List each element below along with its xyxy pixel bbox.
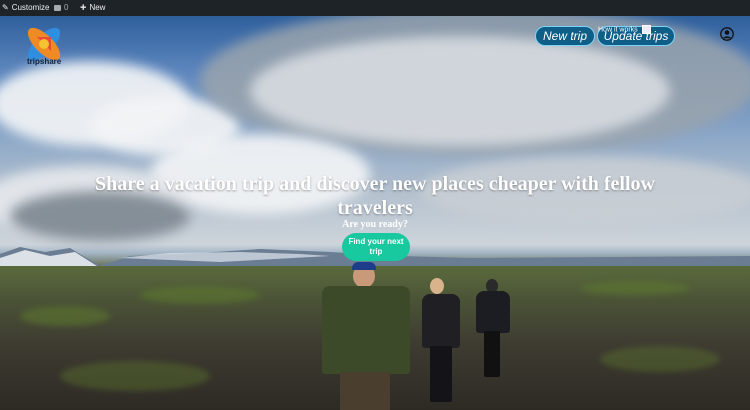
new-content-link[interactable]: + New (80, 0, 105, 16)
find-trip-button[interactable]: Find your next trip (342, 233, 410, 261)
customize-label: Customize (11, 3, 50, 12)
brand-name[interactable]: tripshare (27, 57, 61, 66)
hiker-dark-jacket (474, 279, 514, 379)
hiker-woman (418, 278, 468, 406)
checkbox-icon (641, 25, 651, 34)
hero-headline: Share a vacation trip and discover new p… (95, 173, 655, 219)
hiker-green-jacket (308, 262, 428, 410)
comment-bubble-icon (54, 5, 61, 11)
admin-bar: ✎ Customize 0 + New (0, 0, 750, 16)
hero-subheadline: Are you ready? (342, 219, 408, 230)
customize-link[interactable]: ✎ Customize (2, 0, 50, 16)
plus-icon: + (80, 2, 87, 14)
comments-count: 0 (64, 3, 69, 12)
pencil-icon: ✎ (2, 3, 9, 12)
comments-link[interactable]: 0 (54, 0, 68, 16)
user-account-icon[interactable] (720, 27, 734, 41)
nav-overlay-link[interactable]: How it works (598, 25, 651, 34)
new-trip-button[interactable]: New trip (535, 26, 595, 46)
new-label: New (89, 3, 106, 12)
nav-overlay-text: How it works (598, 26, 638, 34)
